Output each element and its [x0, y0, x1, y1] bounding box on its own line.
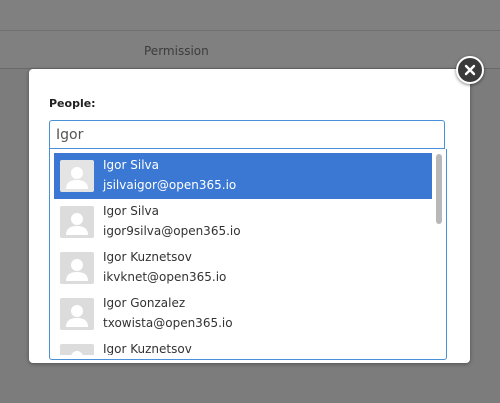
suggestion-item[interactable]: Igor Silva igor9silva@open365.io [54, 199, 432, 245]
suggestion-item[interactable]: Igor Kuznetsov [54, 337, 432, 355]
header-divider [0, 30, 500, 31]
people-label: People: [49, 97, 96, 110]
share-dialog: People: Igor Silva jsilvaigor@open365.io [29, 69, 470, 363]
suggestion-email: txowista@open365.io [103, 316, 233, 330]
suggestion-name: Igor Silva [103, 204, 159, 218]
user-placeholder-icon [60, 252, 94, 284]
user-placeholder-icon [60, 344, 94, 355]
suggestion-email: jsilvaigor@open365.io [103, 178, 237, 192]
people-search-input[interactable] [49, 120, 445, 149]
suggestion-name: Igor Kuznetsov [103, 342, 192, 355]
user-placeholder-icon [60, 160, 94, 192]
suggestions-scrollbar[interactable] [435, 151, 443, 356]
suggestion-name: Igor Silva [103, 158, 159, 172]
close-button[interactable] [456, 56, 484, 84]
suggestion-email: ikvknet@open365.io [103, 270, 227, 284]
background-table-header: Permission [0, 0, 500, 69]
suggestion-name: Igor Gonzalez [103, 296, 186, 310]
people-suggestions-dropdown: Igor Silva jsilvaigor@open365.io Igor Si… [49, 149, 447, 360]
user-placeholder-icon [60, 206, 94, 238]
scrollbar-thumb[interactable] [436, 154, 442, 224]
column-header-permission: Permission [144, 44, 209, 58]
suggestions-list: Igor Silva jsilvaigor@open365.io Igor Si… [54, 153, 432, 355]
suggestion-item[interactable]: Igor Silva jsilvaigor@open365.io [54, 153, 432, 199]
suggestion-name: Igor Kuznetsov [103, 250, 192, 264]
suggestion-item[interactable]: Igor Kuznetsov ikvknet@open365.io [54, 245, 432, 291]
suggestion-email: igor9silva@open365.io [103, 224, 241, 238]
close-icon [464, 64, 476, 76]
suggestion-item[interactable]: Igor Gonzalez txowista@open365.io [54, 291, 432, 337]
user-placeholder-icon [60, 298, 94, 330]
